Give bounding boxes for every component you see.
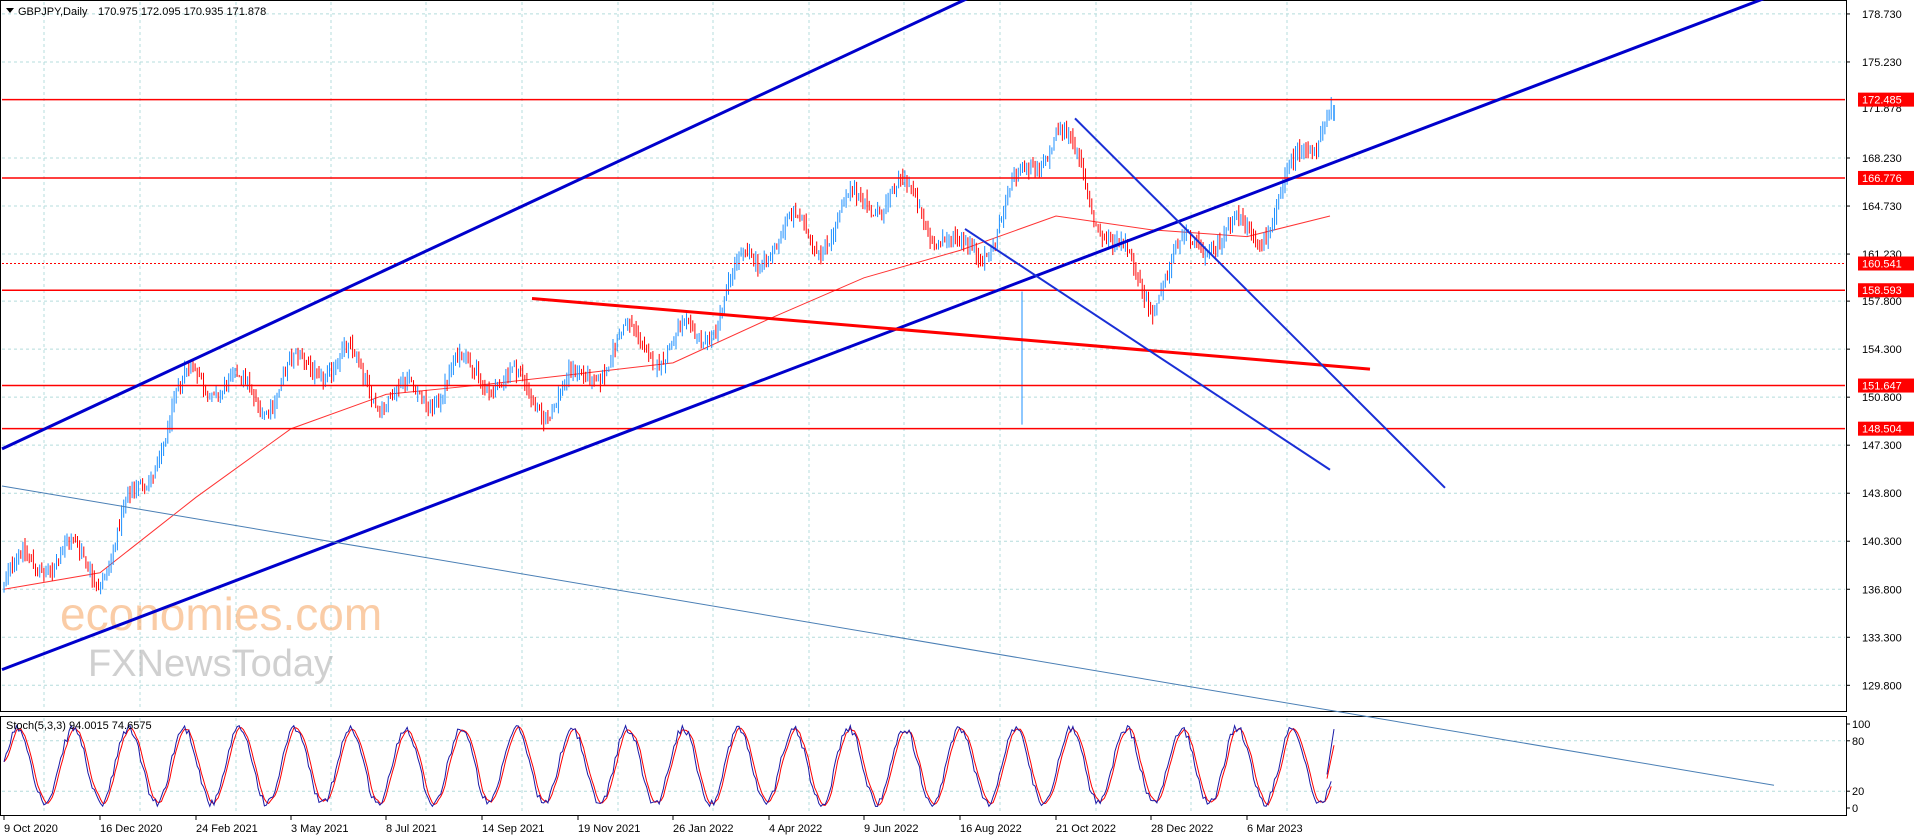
price-tick-label: 143.800 xyxy=(1862,488,1902,500)
time-tick-label: 16 Dec 2020 xyxy=(100,823,162,835)
stoch-subwindow-frame xyxy=(0,716,1847,816)
price-tick-label: 164.730 xyxy=(1862,201,1902,213)
stoch-label: Stoch(5,3,3) 94.0015 74.6575 xyxy=(6,720,152,732)
price-tick-label: 147.300 xyxy=(1862,440,1902,452)
time-tick-label: 24 Feb 2021 xyxy=(196,823,258,835)
stoch-tick-label: 100 xyxy=(1852,719,1870,731)
time-tick-label: 9 Jun 2022 xyxy=(864,823,918,835)
price-tick-label: 168.230 xyxy=(1862,153,1902,165)
price-tick-label: 154.300 xyxy=(1862,344,1902,356)
chart-terminal: economies.com FXNewsToday 178.730 175.230… xyxy=(0,0,1915,835)
symbol-label: GBPJPY,Daily xyxy=(18,6,88,18)
time-tick-label: 28 Dec 2022 xyxy=(1151,823,1213,835)
price-tick-label: 157.800 xyxy=(1862,296,1902,308)
time-tick-label: 19 Nov 2021 xyxy=(578,823,640,835)
price-tick-label: 133.300 xyxy=(1862,632,1902,644)
price-tick-label: 175.230 xyxy=(1862,57,1902,69)
stoch-tick-label: 20 xyxy=(1852,786,1864,798)
watermark-economies: economies.com xyxy=(60,588,382,640)
level-tag-label: 166.776 xyxy=(1862,173,1902,185)
time-tick-label: 21 Oct 2022 xyxy=(1056,823,1116,835)
time-tick-label: 16 Aug 2022 xyxy=(960,823,1022,835)
price-tick-label: 136.800 xyxy=(1862,584,1902,596)
stoch-tick-label: 0 xyxy=(1852,803,1858,815)
time-tick-label: 8 Jul 2021 xyxy=(386,823,437,835)
level-tag-label: 172.485 xyxy=(1862,95,1902,107)
level-tag-label: 148.504 xyxy=(1862,424,1902,436)
time-tick-label: 3 May 2021 xyxy=(291,823,348,835)
price-tick-label: 129.800 xyxy=(1862,680,1902,692)
level-tag-label: 151.647 xyxy=(1862,381,1902,393)
level-tag-label: 160.541 xyxy=(1862,259,1902,271)
price-tick-label: 150.800 xyxy=(1862,392,1902,404)
ohlc-values: 170.975 172.095 170.935 171.878 xyxy=(98,6,266,18)
stoch-tick-label: 80 xyxy=(1852,736,1864,748)
time-tick-label: 4 Apr 2022 xyxy=(769,823,822,835)
time-tick-label: 14 Sep 2021 xyxy=(482,823,544,835)
time-tick-label: 6 Mar 2023 xyxy=(1247,823,1303,835)
time-tick-label: 9 Oct 2020 xyxy=(4,823,58,835)
time-tick-label: 26 Jan 2022 xyxy=(673,823,734,835)
level-tag-label: 158.593 xyxy=(1862,285,1902,297)
price-tick-label: 140.300 xyxy=(1862,536,1902,548)
chart-header: GBPJPY,Daily 170.975 172.095 170.935 171… xyxy=(6,6,266,18)
watermark-fxnewstoday: FXNewsToday xyxy=(88,643,333,685)
price-tick-label: 178.730 xyxy=(1862,9,1902,21)
